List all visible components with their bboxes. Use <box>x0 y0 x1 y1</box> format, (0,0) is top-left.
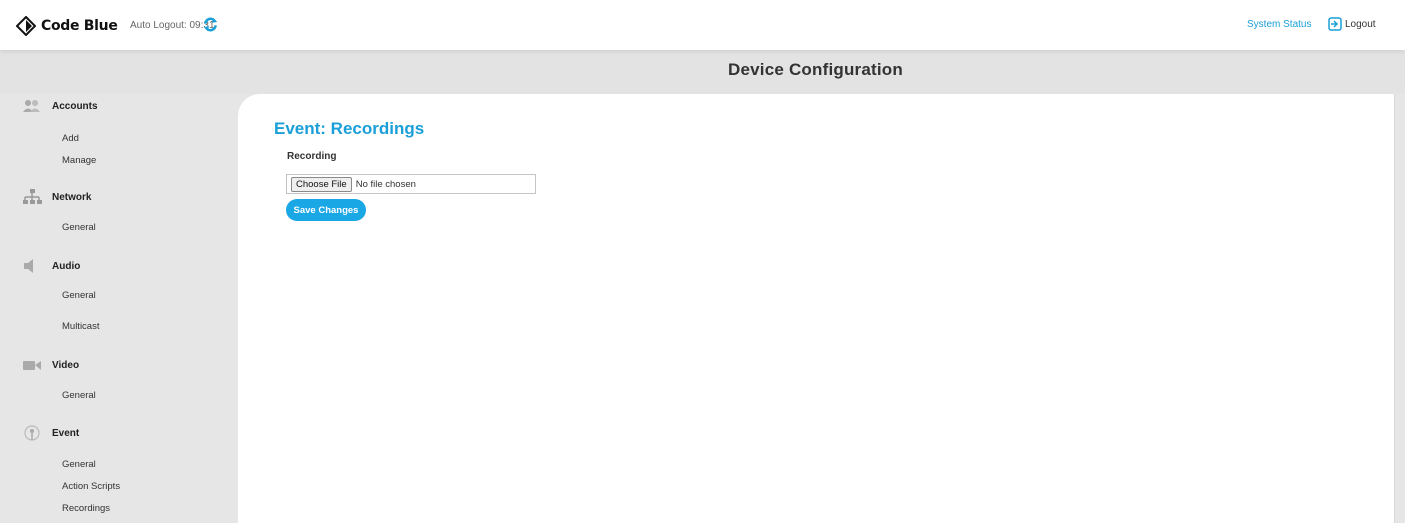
sidebar-section-network[interactable]: Network <box>22 189 91 205</box>
event-icon <box>24 425 40 441</box>
sidebar-item-audio-multicast[interactable]: Multicast <box>62 321 99 332</box>
sidebar-item-audio-general[interactable]: General <box>62 290 96 301</box>
camera-icon <box>23 361 41 370</box>
choose-file-button[interactable]: Choose File <box>291 176 352 192</box>
sidebar-section-label: Video <box>52 359 80 371</box>
system-status-link[interactable]: System Status <box>1247 19 1311 30</box>
sidebar-section-video[interactable]: Video <box>22 357 79 373</box>
recording-file-input[interactable]: Choose File No file chosen <box>286 174 536 194</box>
speaker-icon <box>24 259 33 273</box>
sidebar-item-accounts-add[interactable]: Add <box>62 133 79 144</box>
sidebar-section-event[interactable]: Event <box>22 425 79 441</box>
sidebar-item-video-general[interactable]: General <box>62 390 96 401</box>
sidebar-item-event-recordings[interactable]: Recordings <box>62 503 110 514</box>
logout-label: Logout <box>1345 18 1376 30</box>
sidebar-section-label: Network <box>52 191 92 203</box>
sidebar <box>0 94 238 523</box>
network-icon <box>23 189 42 204</box>
sidebar-item-event-general[interactable]: General <box>62 459 96 470</box>
sidebar-item-event-action-scripts[interactable]: Action Scripts <box>62 481 120 492</box>
brand-name: Code Blue <box>41 18 118 34</box>
save-changes-button[interactable]: Save Changes <box>286 199 366 221</box>
logout-icon <box>1328 17 1342 31</box>
brand[interactable]: Code Blue <box>16 16 118 36</box>
page-title: Device Configuration <box>728 60 903 79</box>
sidebar-section-accounts[interactable]: Accounts <box>22 98 98 114</box>
sidebar-section-label: Audio <box>52 260 81 272</box>
code-blue-logo-icon <box>16 16 36 36</box>
sidebar-section-label: Event <box>52 427 80 439</box>
top-bar: Code Blue Auto Logout: 09:31 System Stat… <box>0 0 1405 50</box>
section-title: Event: Recordings <box>274 119 425 138</box>
file-status-text: No file chosen <box>355 178 416 190</box>
page-header <box>0 50 1405 94</box>
recording-field-label: Recording <box>287 151 337 162</box>
logout-button[interactable]: Logout <box>1328 17 1376 31</box>
sidebar-item-accounts-manage[interactable]: Manage <box>62 155 96 166</box>
users-icon <box>23 100 40 112</box>
sidebar-section-label: Accounts <box>52 100 98 112</box>
sidebar-section-audio[interactable]: Audio <box>22 258 80 274</box>
sidebar-item-network-general[interactable]: General <box>62 222 96 233</box>
content-panel <box>238 94 1395 523</box>
refresh-icon[interactable] <box>202 16 219 33</box>
